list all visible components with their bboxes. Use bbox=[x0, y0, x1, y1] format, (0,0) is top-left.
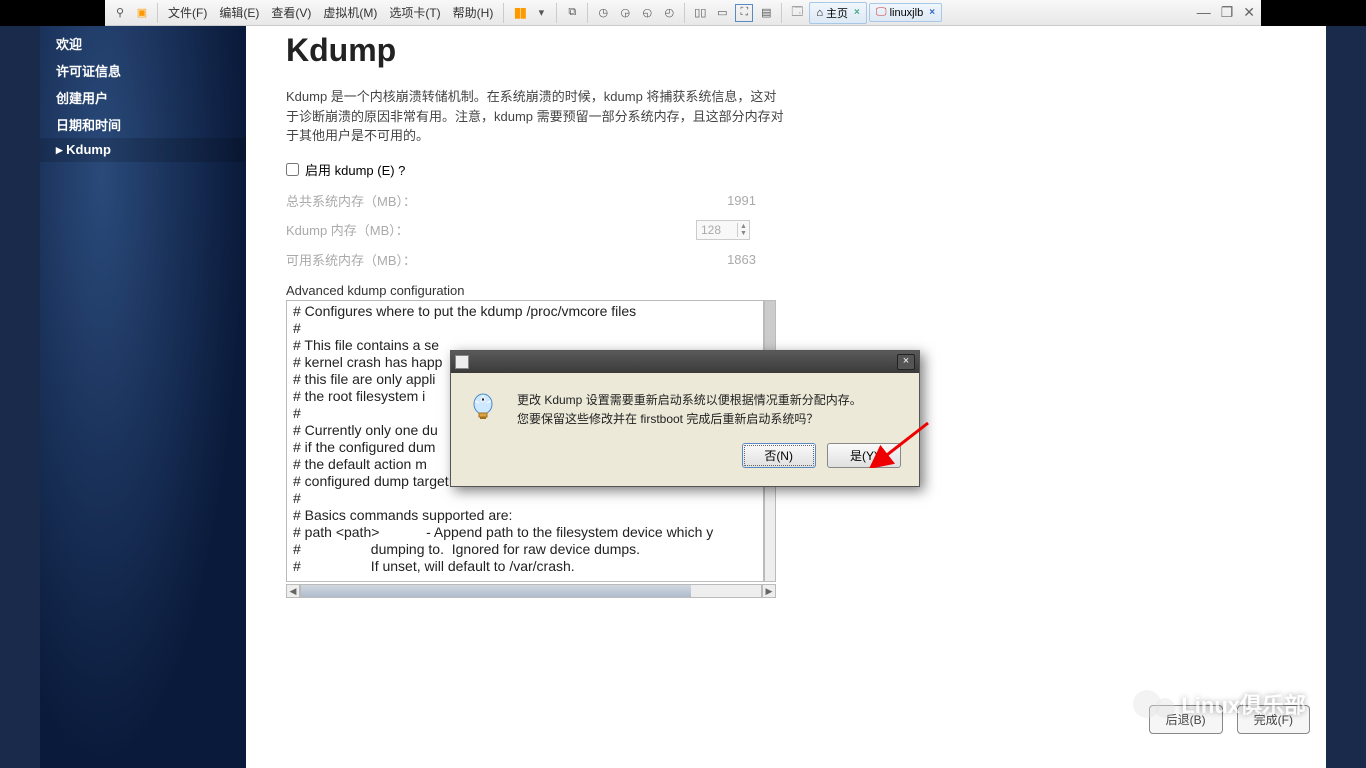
vm-icon: 🖵 bbox=[876, 6, 887, 19]
restore-icon[interactable]: ❐ bbox=[1221, 4, 1234, 21]
clock4-icon[interactable]: ◴ bbox=[660, 4, 678, 22]
wechat-icon bbox=[1133, 690, 1175, 718]
unity-icon[interactable]: ▤ bbox=[757, 4, 775, 22]
snapshot-icon[interactable]: ⧉ bbox=[563, 4, 581, 22]
tab-linuxjlb-label: linuxjlb bbox=[890, 7, 924, 19]
advanced-config-label: Advanced kdump configuration bbox=[286, 283, 1296, 298]
connect-icon[interactable]: ⚲ bbox=[111, 4, 129, 22]
clock1-icon[interactable]: ◷ bbox=[594, 4, 612, 22]
pause-icon[interactable]: ▮▮ bbox=[510, 4, 528, 22]
close-icon[interactable]: × bbox=[929, 7, 935, 18]
clock2-icon[interactable]: ◶ bbox=[616, 4, 634, 22]
page-description: Kdump 是一个内核崩溃转储机制。在系统崩溃的时候，kdump 将捕获系统信息… bbox=[286, 87, 786, 146]
page-title: Kdump bbox=[286, 32, 1296, 69]
tab-home-label: 主页 bbox=[826, 5, 848, 21]
view1-icon[interactable]: ▯▯ bbox=[691, 4, 709, 22]
kdump-memory-spinner[interactable]: ▲▼ bbox=[696, 220, 750, 240]
clock3-icon[interactable]: ◵ bbox=[638, 4, 656, 22]
vmware-toolbar: ⚲ ▣ 文件(F) 编辑(E) 查看(V) 虚拟机(M) 选项卡(T) 帮助(H… bbox=[105, 0, 1261, 26]
sidebar-item-welcome[interactable]: 欢迎 bbox=[40, 30, 246, 57]
kdump-memory-input[interactable] bbox=[697, 221, 737, 239]
kdump-memory-label: Kdump 内存（MB）： bbox=[286, 220, 696, 239]
dialog-message: 更改 Kdump 设置需要重新启动系统以便根据情况重新分配内存。 您要保留这些修… bbox=[517, 391, 862, 429]
sidebar-item-user[interactable]: 创建用户 bbox=[40, 84, 246, 111]
dropdown-icon[interactable]: ▾ bbox=[532, 4, 550, 22]
menu-vm[interactable]: 虚拟机(M) bbox=[323, 4, 377, 21]
scroll-left-icon[interactable]: ◀ bbox=[286, 584, 300, 598]
watermark: Linux俱乐部 bbox=[1133, 688, 1306, 720]
horizontal-scrollbar[interactable]: ◀ ▶ bbox=[286, 584, 776, 598]
close-icon[interactable]: ✕ bbox=[1243, 4, 1255, 21]
close-icon[interactable]: × bbox=[897, 354, 915, 370]
tab-home[interactable]: ⌂ 主页 × bbox=[809, 2, 867, 24]
close-icon[interactable]: × bbox=[854, 7, 860, 18]
home-icon: ⌂ bbox=[816, 7, 823, 19]
sidebar-item-datetime[interactable]: 日期和时间 bbox=[40, 111, 246, 138]
fullscreen-icon[interactable]: ⛶ bbox=[735, 4, 753, 22]
sidebar-item-license[interactable]: 许可证信息 bbox=[40, 57, 246, 84]
guest-screen: 欢迎 许可证信息 创建用户 日期和时间 Kdump Kdump Kdump 是一… bbox=[0, 26, 1366, 768]
lightbulb-icon bbox=[467, 391, 499, 423]
menu-view[interactable]: 查看(V) bbox=[271, 4, 311, 21]
menu-edit[interactable]: 编辑(E) bbox=[219, 4, 259, 21]
menu-file[interactable]: 文件(F) bbox=[168, 4, 207, 21]
tab-linuxjlb[interactable]: 🖵 linuxjlb × bbox=[869, 3, 942, 22]
document-icon bbox=[455, 355, 469, 369]
dialog-titlebar[interactable]: × bbox=[451, 351, 919, 373]
total-memory-label: 总共系统内存（MB）： bbox=[286, 191, 696, 210]
firstboot-sidebar: 欢迎 许可证信息 创建用户 日期和时间 Kdump bbox=[40, 26, 246, 768]
view2-icon[interactable]: ▭ bbox=[713, 4, 731, 22]
no-button[interactable]: 否(N) bbox=[742, 443, 816, 468]
menu-help[interactable]: 帮助(H) bbox=[453, 4, 494, 21]
available-memory-label: 可用系统内存（MB）： bbox=[286, 250, 696, 269]
available-memory-value: 1863 bbox=[696, 252, 756, 267]
library-icon[interactable]: 🗔 bbox=[788, 4, 806, 22]
enable-kdump-label: 启用 kdump (E) ? bbox=[305, 160, 405, 179]
yes-button[interactable]: 是(Y) bbox=[827, 443, 901, 468]
total-memory-value: 1991 bbox=[696, 193, 756, 208]
sidebar-item-kdump[interactable]: Kdump bbox=[40, 138, 246, 162]
vmware-logo-icon[interactable]: ▣ bbox=[133, 4, 151, 22]
window-controls: ― ❐ ✕ bbox=[1197, 4, 1255, 21]
restart-dialog: × 更改 Kdump 设置需要重新启动系统以便根据情况重新分配内存。 您要保留这… bbox=[450, 350, 920, 487]
menu-tabs[interactable]: 选项卡(T) bbox=[389, 4, 440, 21]
enable-kdump-checkbox[interactable] bbox=[286, 163, 299, 176]
scroll-right-icon[interactable]: ▶ bbox=[762, 584, 776, 598]
minimize-icon[interactable]: ― bbox=[1197, 4, 1211, 21]
